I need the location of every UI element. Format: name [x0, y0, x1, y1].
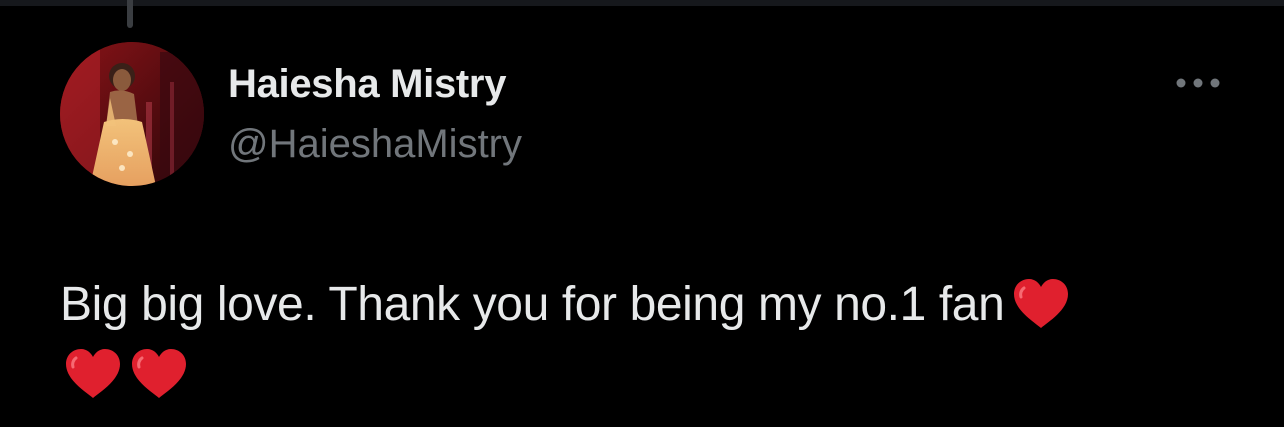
avatar[interactable]	[60, 42, 204, 186]
heart-emoji-row	[60, 348, 188, 401]
tweet-text-body: Big big love. Thank you for being my no.…	[60, 278, 1005, 331]
top-divider	[0, 0, 1284, 6]
thread-connector-line	[127, 0, 133, 28]
heart-emoji-icon	[132, 349, 186, 398]
more-horizontal-icon	[1176, 78, 1220, 88]
heart-emoji-icon	[66, 349, 120, 398]
heart-emoji-icon	[1014, 279, 1069, 328]
author-display-name[interactable]: Haiesha Mistry	[228, 62, 506, 107]
more-options-button[interactable]	[1168, 66, 1228, 100]
avatar-image	[60, 42, 204, 186]
tweet-text: Big big love. Thank you for being my no.…	[60, 270, 1220, 410]
author-handle[interactable]: @HaieshaMistry	[228, 122, 522, 167]
